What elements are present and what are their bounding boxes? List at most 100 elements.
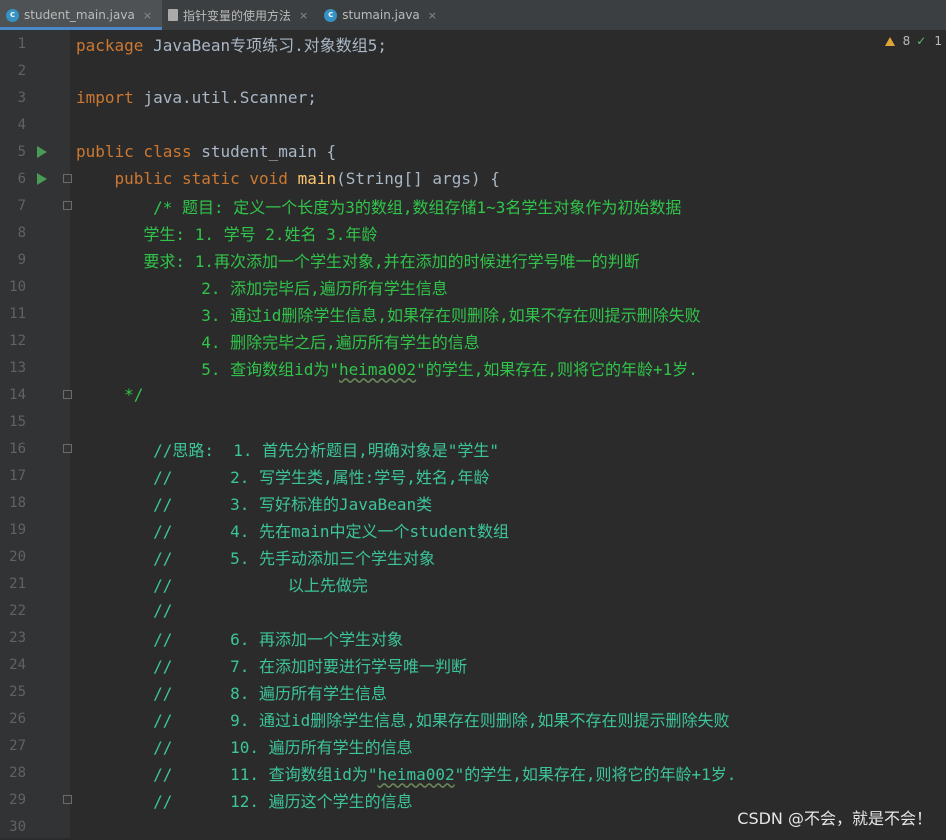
code-token: // 5. 先手动添加三个学生对象 xyxy=(76,548,436,568)
tab-label: student_main.java xyxy=(24,8,135,22)
code-token: // xyxy=(76,601,173,620)
code-line: 11 3. 通过id删除学生信息,如果存在则删除,如果不存在则提示删除失败 xyxy=(0,300,946,327)
run-gutter-icon[interactable] xyxy=(37,172,47,185)
check-icon: ✓ xyxy=(916,34,927,48)
line-number: 17 xyxy=(9,467,26,484)
code-token: heima002 xyxy=(377,764,455,784)
line-number: 10 xyxy=(9,278,26,295)
code-token: 要求: 1.再次添加一个学生对象,并在添加的时候进行学号唯一的判断 xyxy=(76,251,640,271)
line-number: 30 xyxy=(9,818,26,835)
line-number: 29 xyxy=(9,791,26,808)
code-text: // 9. 通过id删除学生信息,如果存在则删除,如果不存在则提示删除失败 xyxy=(76,707,730,731)
code-text: import java.util.Scanner; xyxy=(76,88,317,107)
code-line: 1 package JavaBean专项练习.对象数组5; xyxy=(0,30,946,57)
code-line: 10 2. 添加完毕后,遍历所有学生信息 xyxy=(0,273,946,300)
code-text: // 以上先做完 xyxy=(76,572,368,596)
code-text: 4. 删除完毕之后,遍历所有学生的信息 xyxy=(76,329,480,353)
code-text: // 2. 写学生类,属性:学号,姓名,年龄 xyxy=(76,464,490,488)
code-text: // 4. 先在main中定义一个student数组 xyxy=(76,518,509,542)
code-line: 26 // 9. 通过id删除学生信息,如果存在则删除,如果不存在则提示删除失败 xyxy=(0,705,946,732)
line-number: 28 xyxy=(9,764,26,781)
run-gutter-icon[interactable] xyxy=(37,145,47,158)
code-line: 27 // 10. 遍历所有学生的信息 xyxy=(0,732,946,759)
line-number: 24 xyxy=(9,656,26,673)
code-text: // 5. 先手动添加三个学生对象 xyxy=(76,545,435,569)
code-line: 12 4. 删除完毕之后,遍历所有学生的信息 xyxy=(0,327,946,354)
tab-0[interactable]: c student_main.java × xyxy=(0,0,163,30)
line-number: 14 xyxy=(9,386,26,403)
code-line: 23 // 6. 再添加一个学生对象 xyxy=(0,624,946,651)
code-token: 学生: 1. 学号 2.姓名 3.年龄 xyxy=(76,224,378,244)
code-token: java.util.Scanner; xyxy=(143,88,317,107)
line-number: 12 xyxy=(9,332,26,349)
tab-label: 指针变量的使用方法 xyxy=(183,8,292,23)
code-token: public static void xyxy=(114,169,298,188)
line-number: 3 xyxy=(17,89,26,106)
check-count: 1 xyxy=(934,34,942,48)
code-line: 6 public static void main(String[] args)… xyxy=(0,165,946,192)
code-token: heima002 xyxy=(339,359,417,379)
line-number: 8 xyxy=(17,224,26,241)
line-number: 5 xyxy=(17,143,26,160)
close-icon[interactable]: × xyxy=(143,9,152,22)
line-number: 4 xyxy=(17,116,26,133)
warning-count: 8 xyxy=(902,34,911,48)
fold-icon[interactable] xyxy=(63,444,72,453)
line-number: 9 xyxy=(17,251,26,268)
code-line: 16 //思路: 1. 首先分析题目,明确对象是"学生" xyxy=(0,435,946,462)
code-token: 2. 添加完毕后,遍历所有学生信息 xyxy=(76,278,448,298)
fold-icon[interactable] xyxy=(63,201,72,210)
code-line: 25 // 8. 遍历所有学生信息 xyxy=(0,678,946,705)
code-token: /* 题目: 定义一个长度为3的数组,数组存储1~3名学生对象作为初始数据 xyxy=(76,197,682,217)
code-text: */ xyxy=(76,385,143,404)
code-token: // 3. 写好标准的JavaBean类 xyxy=(76,494,433,514)
inspection-status[interactable]: 8 ✓ 1 xyxy=(884,34,942,48)
code-line: 2 xyxy=(0,57,946,84)
code-line: 15 xyxy=(0,408,946,435)
tab-label: stumain.java xyxy=(342,8,420,22)
line-number: 2 xyxy=(17,62,26,79)
line-number: 11 xyxy=(9,305,26,322)
code-text: 要求: 1.再次添加一个学生对象,并在添加的时候进行学号唯一的判断 xyxy=(76,248,640,272)
java-class-icon: c xyxy=(324,8,338,22)
code-line: 5 public class student_main { xyxy=(0,138,946,165)
code-text: // 6. 再添加一个学生对象 xyxy=(76,626,403,650)
code-line: 13 5. 查询数组id为"heima002"的学生,如果存在,则将它的年龄+1… xyxy=(0,354,946,381)
line-number: 26 xyxy=(9,710,26,727)
code-line: 18 // 3. 写好标准的JavaBean类 xyxy=(0,489,946,516)
code-token: "的学生,如果存在,则将它的年龄+1岁. xyxy=(454,764,737,784)
code-token: // 以上先做完 xyxy=(76,575,368,595)
code-line: 21 // 以上先做完 xyxy=(0,570,946,597)
code-token: // 8. 遍历所有学生信息 xyxy=(76,683,388,703)
code-text: package JavaBean专项练习.对象数组5; xyxy=(76,32,387,56)
close-icon[interactable]: × xyxy=(428,9,437,22)
code-line: 7 /* 题目: 定义一个长度为3的数组,数组存储1~3名学生对象作为初始数据 xyxy=(0,192,946,219)
code-text: 2. 添加完毕后,遍历所有学生信息 xyxy=(76,275,448,299)
code-text: // 11. 查询数组id为"heima002"的学生,如果存在,则将它的年龄+… xyxy=(76,761,736,785)
watermark: CSDN @不会，就是不会！ xyxy=(737,809,932,828)
line-number: 22 xyxy=(9,602,26,619)
fold-icon[interactable] xyxy=(63,390,72,399)
code-text: 3. 通过id删除学生信息,如果存在则删除,如果不存在则提示删除失败 xyxy=(76,302,700,326)
line-number: 16 xyxy=(9,440,26,457)
code-token: // 4. 先在main中定义一个student数组 xyxy=(76,521,509,541)
code-text: // 3. 写好标准的JavaBean类 xyxy=(76,491,432,515)
code-token: // 9. 通过id删除学生信息,如果存在则删除,如果不存在则提示删除失败 xyxy=(76,710,730,730)
code-token: student_main { xyxy=(201,142,337,161)
close-icon[interactable]: × xyxy=(299,9,308,22)
tab-1[interactable]: 指针变量的使用方法 × xyxy=(162,0,318,30)
tab-2[interactable]: c stumain.java × xyxy=(318,0,447,30)
code-line: 22 // xyxy=(0,597,946,624)
code-token: // 12. 遍历这个学生的信息 xyxy=(76,791,413,811)
code-text: 5. 查询数组id为"heima002"的学生,如果存在,则将它的年龄+1岁. xyxy=(76,356,698,380)
code-text: // 12. 遍历这个学生的信息 xyxy=(76,788,413,812)
code-line: 14 */ xyxy=(0,381,946,408)
warning-icon xyxy=(884,36,895,46)
fold-icon[interactable] xyxy=(63,795,72,804)
line-number: 19 xyxy=(9,521,26,538)
line-number: 6 xyxy=(17,170,26,187)
fold-icon[interactable] xyxy=(63,174,72,183)
code-text: // 10. 遍历所有学生的信息 xyxy=(76,734,413,758)
code-token: main xyxy=(297,169,337,188)
code-line: 24 // 7. 在添加时要进行学号唯一判断 xyxy=(0,651,946,678)
